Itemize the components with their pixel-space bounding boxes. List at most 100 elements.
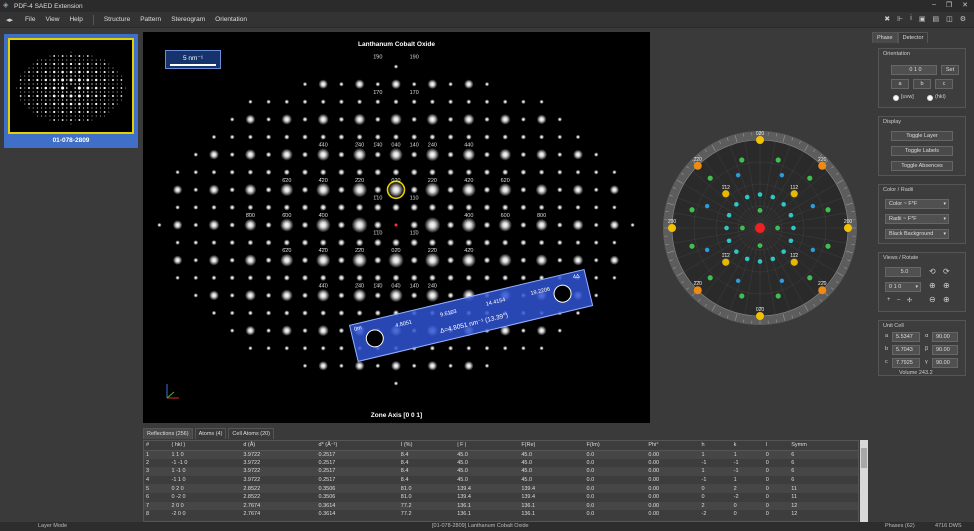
cell-beta-input[interactable]: 90.00 (932, 345, 958, 355)
back-forward-icon[interactable]: ◂▸ (6, 16, 20, 24)
zoom-out-icon[interactable]: – (897, 297, 900, 303)
background-select[interactable]: Black Background ▾ (885, 229, 949, 239)
close-icon[interactable]: ✕ (962, 1, 968, 9)
thumbnail-spot (95, 63, 98, 65)
diffraction-spot (374, 116, 381, 123)
tab-atoms[interactable]: Atoms (4) (194, 428, 227, 439)
stereogram-pole (818, 286, 827, 295)
diffraction-spot (391, 79, 401, 90)
table-row[interactable]: 31 -1 0 3.9722 0.2517 8.4 45.0 45.0 0.0 0.00 1 -1… (144, 467, 858, 476)
rotate-right-icon[interactable]: ⊕ (943, 295, 950, 304)
diffraction-spot (244, 149, 256, 161)
table-row[interactable]: 8 -2 0 0 2.7674 0.3614 77.2 136.1 136.1 0.0 0.00… (144, 510, 858, 519)
tilt-down-icon[interactable]: ⊕ (943, 281, 950, 290)
cell-alpha-input[interactable]: 90.00 (932, 332, 958, 342)
tab-phase[interactable]: Phase (872, 32, 898, 43)
minimize-icon[interactable]: – (932, 1, 936, 9)
color-select[interactable]: Color ~ F*F ▾ (885, 199, 949, 209)
zoom-in-icon[interactable]: + (887, 297, 891, 303)
thumbnail-spot (57, 63, 59, 65)
cell-a-input[interactable]: 5.5347 (892, 332, 920, 342)
rotate-left-icon[interactable]: ⊖ (929, 295, 936, 304)
tilt-up-icon[interactable]: ⊕ (929, 281, 936, 290)
column-header[interactable]: Phi° (646, 441, 700, 451)
axis-b-button[interactable]: b (913, 79, 931, 89)
menu-structure[interactable]: Structure (99, 16, 135, 23)
table-scrollbar[interactable] (860, 440, 868, 522)
thumbnail-spot (108, 99, 110, 101)
tools-icon[interactable]: ✖ (884, 15, 890, 23)
column-header[interactable]: d (Å) (241, 441, 317, 451)
stereogram-pole (744, 194, 750, 200)
table-row[interactable]: 4 -1 1 0 3.9722 0.2517 8.4 45.0 45.0 0.0 0.00 -1 1… (144, 476, 858, 485)
cell-b-input[interactable]: 5.7043 (892, 345, 920, 355)
table-row[interactable]: 72 0 0 2.7674 0.3614 77.2 136.1 136.1 0.0 0.00 2… (144, 501, 858, 511)
table-row[interactable]: 11 1 0 3.9722 0.2517 8.4 45.0 45.0 0.0 0.00 1 1 0 6 (144, 450, 858, 459)
radii-select[interactable]: Radii ~ F*F ▾ (885, 214, 949, 224)
save-icon[interactable]: ▣ (919, 15, 926, 23)
scrollbar-thumb[interactable] (861, 448, 867, 468)
axis-a-button[interactable]: a (891, 79, 909, 89)
menu-orientation[interactable]: Orientation (210, 16, 252, 23)
stereogram-pole (724, 225, 729, 231)
diffraction-spot (461, 182, 476, 197)
reflections-table[interactable]: #( hkl ) d (Å) d* (Å⁻¹) I (%) | F | F(Re) F(Im… (143, 440, 859, 522)
tab-cell-atoms[interactable]: Cell Atoms (20) (228, 428, 275, 439)
axis-c-button[interactable]: c (935, 79, 953, 89)
cell-gamma-input[interactable]: 90.00 (932, 358, 958, 368)
hkl-radio[interactable] (927, 95, 933, 101)
layout-icon[interactable]: ◫ (946, 15, 953, 23)
rotation-axis-select[interactable]: 0 1 0 ▾ (885, 282, 921, 292)
table-row[interactable]: 50 2 0 2.8522 0.3506 81.0 139.4 139.4 0.0 0.00 0… (144, 484, 858, 493)
column-header[interactable]: F(Im) (584, 441, 647, 451)
toggle-labels-button[interactable]: Toggle Labels (891, 146, 953, 156)
rotate-cw-icon[interactable]: ⟳ (943, 267, 950, 276)
zone-axis-input[interactable]: 0 1 0 (891, 65, 937, 75)
menu-pattern[interactable]: Pattern (135, 16, 166, 23)
radii-select-value: Radii ~ F*F (889, 216, 917, 222)
column-header[interactable]: ( hkl ) (169, 441, 242, 451)
toggle-layer-button[interactable]: Toggle Layer (891, 131, 953, 141)
toggle-absences-button[interactable]: Toggle Absences (891, 161, 953, 171)
set-button[interactable]: Set (941, 65, 959, 75)
pattern-thumbnail[interactable]: 01-078-2809 (4, 34, 138, 148)
diffraction-spot (498, 218, 512, 232)
rotate-step-input[interactable]: 5.0 (885, 267, 921, 277)
stereogram-panel[interactable]: 020 200 2̄00 02̄0 220 2̄20 2̄2̄0 22̄0 1̄12 112 1̄1… (651, 30, 869, 422)
column-header[interactable]: d* (Å⁻¹) (316, 441, 399, 451)
column-header[interactable]: | F | (455, 441, 520, 451)
export-icon[interactable]: ▤ (932, 15, 939, 23)
app-icon: ◈ (3, 2, 9, 9)
cell-c-input[interactable]: 7.7925 (892, 358, 920, 368)
thumbnail-spot (91, 115, 93, 117)
pole-label: 22̄0 (818, 281, 827, 287)
thumbnail-spot (62, 107, 64, 109)
column-header[interactable]: I (%) (398, 441, 456, 451)
column-header[interactable]: F(Re) (519, 441, 585, 451)
info-icon[interactable]: i (910, 15, 912, 23)
layers-icon[interactable]: ⊩ (897, 15, 903, 23)
diffraction-pattern-view[interactable]: 1̄90 190 1̄70 170 2̄40 1̄40 040 140 240 4̄40 440 2̄… (143, 32, 650, 423)
menu-stereogram[interactable]: Stereogram (166, 16, 210, 23)
column-header[interactable]: # (144, 441, 170, 451)
diffraction-spot (499, 148, 512, 161)
tab-detector[interactable]: Detector (897, 32, 929, 43)
column-header[interactable]: l (763, 441, 790, 451)
menu-file[interactable]: File (20, 16, 40, 23)
menu-help[interactable]: Help (64, 16, 87, 23)
tab-reflections[interactable]: Reflections (256) (143, 428, 193, 439)
window-controls: – ❐ ✕ (932, 1, 968, 9)
column-header[interactable]: Symm (789, 441, 858, 451)
table-row[interactable]: 6 0 -2 0 2.8522 0.3506 81.0 139.4 139.4 0.0 0.00… (144, 493, 858, 502)
uvw-radio[interactable] (893, 95, 899, 101)
thumbnail-spot (99, 63, 101, 65)
column-header[interactable]: k (731, 441, 764, 451)
rotate-ccw-icon[interactable]: ⟲ (929, 267, 936, 276)
table-row[interactable]: 2 -1 -1 0 3.9722 0.2517 8.4 45.0 45.0 0.0 0.00 -1… (144, 459, 858, 468)
menu-view[interactable]: View (40, 16, 64, 23)
reset-view-icon[interactable]: ✣ (907, 297, 912, 304)
settings-icon[interactable]: ⚙ (960, 15, 966, 23)
thumbnail-spot (87, 67, 89, 69)
restore-icon[interactable]: ❐ (946, 1, 952, 9)
column-header[interactable]: h (699, 441, 732, 451)
